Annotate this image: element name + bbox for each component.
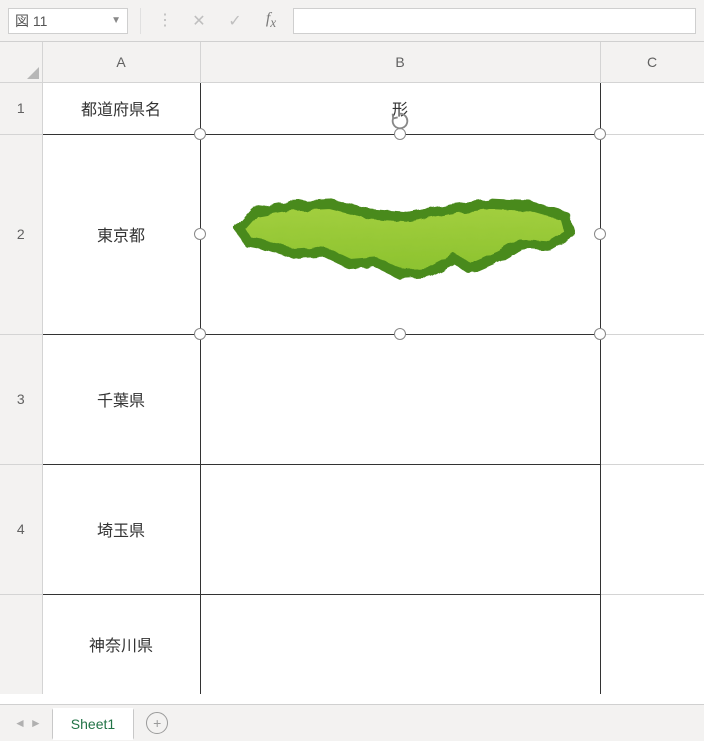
formula-bar: 図 11 ▼ ⋮ ✕ ✓ fx <box>0 0 704 42</box>
cell-B1[interactable]: 形 <box>200 82 600 134</box>
name-box-dropdown-icon[interactable]: ▼ <box>111 15 121 26</box>
cancel-icon: ✕ <box>192 11 205 31</box>
tab-nav: ◄ ► <box>6 716 50 730</box>
tab-nav-prev-icon[interactable]: ◄ <box>14 716 26 730</box>
name-box[interactable]: 図 11 ▼ <box>8 8 128 34</box>
select-all-button[interactable] <box>0 42 42 82</box>
column-header-C[interactable]: C <box>600 42 704 82</box>
cell-A3[interactable]: 千葉県 <box>42 334 200 464</box>
cell-A4[interactable]: 埼玉県 <box>42 464 200 594</box>
cell-C3[interactable] <box>600 334 704 464</box>
check-icon: ✓ <box>228 11 241 31</box>
formula-input[interactable] <box>293 8 696 34</box>
enter-button: ✓ <box>221 8 249 34</box>
tab-nav-next-icon[interactable]: ► <box>30 716 42 730</box>
cell-B2[interactable] <box>200 134 600 334</box>
fx-icon: fx <box>266 10 276 31</box>
column-header-B[interactable]: B <box>200 42 600 82</box>
plus-icon: + <box>153 715 161 731</box>
row-header-4[interactable]: 4 <box>0 464 42 594</box>
cell-C4[interactable] <box>600 464 704 594</box>
sheet-tab-label: Sheet1 <box>71 716 115 732</box>
cell-A2[interactable]: 東京都 <box>42 134 200 334</box>
cancel-button: ✕ <box>185 8 213 34</box>
sheet-tab-bar: ◄ ► Sheet1 + <box>0 704 704 741</box>
insert-function-button[interactable]: fx <box>257 8 285 34</box>
add-sheet-button[interactable]: + <box>146 712 168 734</box>
grid-table: A B C 1 都道府県名 形 2 東京都 3 千葉県 4 埼玉県 <box>0 42 704 694</box>
column-header-A[interactable]: A <box>42 42 200 82</box>
cell-B4[interactable] <box>200 464 600 594</box>
name-box-value: 図 11 <box>15 11 47 31</box>
cell-B3[interactable] <box>200 334 600 464</box>
cell-B5[interactable] <box>200 594 600 694</box>
worksheet-grid[interactable]: A B C 1 都道府県名 形 2 東京都 3 千葉県 4 埼玉県 <box>0 42 704 704</box>
cell-C2[interactable] <box>600 134 704 334</box>
cell-A5[interactable]: 神奈川県 <box>42 594 200 694</box>
row-header-2[interactable]: 2 <box>0 134 42 334</box>
cell-C5[interactable] <box>600 594 704 694</box>
cell-A1[interactable]: 都道府県名 <box>42 82 200 134</box>
row-header-3[interactable]: 3 <box>0 334 42 464</box>
separator <box>140 8 141 34</box>
sheet-tab-active[interactable]: Sheet1 <box>52 708 134 740</box>
cell-C1[interactable] <box>600 82 704 134</box>
row-header-1[interactable]: 1 <box>0 82 42 134</box>
expand-formula-bar-icon[interactable]: ⋮ <box>153 16 177 26</box>
row-header-5[interactable] <box>0 594 42 694</box>
